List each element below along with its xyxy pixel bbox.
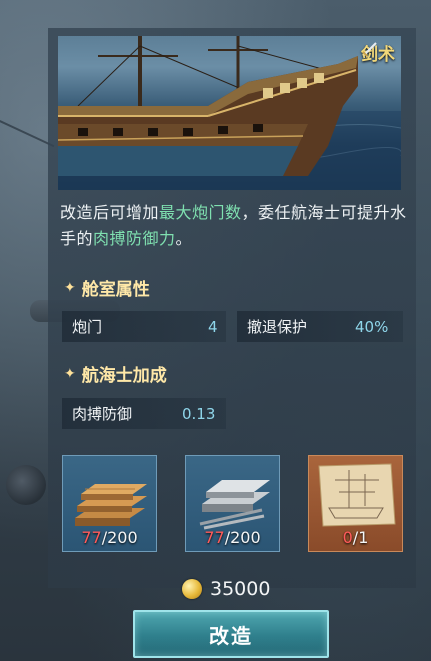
sword-icon: [362, 42, 377, 57]
description-highlight-melee-defense: 肉搏防御力: [93, 229, 176, 248]
cost-amount: 35000: [210, 578, 271, 600]
ship-skill-tag: 剑术: [361, 40, 395, 65]
ship-image: 剑术: [58, 36, 401, 190]
stat-label: 撤退保护: [247, 318, 308, 336]
refit-button[interactable]: 改造: [133, 610, 329, 658]
navigator-bonus-header: ✦ 航海士加成: [64, 361, 167, 387]
material-owned: 0: [342, 528, 353, 547]
stat-gunports: 炮门 4: [62, 311, 226, 342]
stat-label: 肉搏防御: [72, 405, 133, 423]
material-slot-iron[interactable]: 77/200: [185, 455, 280, 552]
material-slot-wood[interactable]: 77/200: [62, 455, 157, 552]
material-required: /200: [224, 528, 261, 547]
background-cannon: [6, 465, 46, 505]
iron-plates-icon: [199, 480, 270, 530]
refit-cost: 35000: [182, 578, 270, 600]
ship-illustration: [58, 36, 401, 190]
coin-icon: [182, 579, 202, 599]
material-count: 77/200: [186, 528, 279, 547]
stat-value: 0.13: [182, 404, 216, 423]
material-required: /1: [352, 528, 369, 547]
navigator-bonus-title: 航海士加成: [81, 366, 167, 386]
material-owned: 77: [204, 528, 225, 547]
material-owned: 77: [81, 528, 102, 547]
material-slot-blueprint[interactable]: 0/1: [308, 455, 403, 552]
sparkle-icon: ✦: [64, 365, 76, 382]
cabin-attributes-header: ✦ 舱室属性: [64, 275, 150, 301]
sparkle-icon: ✦: [64, 279, 76, 296]
stat-label: 炮门: [72, 318, 103, 336]
wood-planks-icon: [75, 484, 147, 526]
description-text-3: 。: [175, 229, 193, 248]
material-required: /200: [101, 528, 138, 547]
cabin-attributes-title: 舱室属性: [81, 280, 150, 300]
material-count: 77/200: [63, 528, 156, 547]
stat-melee-defense: 肉搏防御 0.13: [62, 398, 226, 429]
refit-description: 改造后可增加最大炮门数，委任航海士可提升水手的肉搏防御力。: [60, 200, 410, 252]
description-text-1: 改造后可增加: [60, 203, 160, 222]
stat-value: 40%: [355, 317, 389, 336]
stat-retreat-protection: 撤退保护 40%: [237, 311, 403, 342]
blueprint-icon: [318, 463, 396, 527]
stat-value: 4: [208, 317, 218, 336]
description-highlight-max-gunports: 最大炮门数: [159, 203, 242, 222]
material-count: 0/1: [309, 528, 402, 547]
